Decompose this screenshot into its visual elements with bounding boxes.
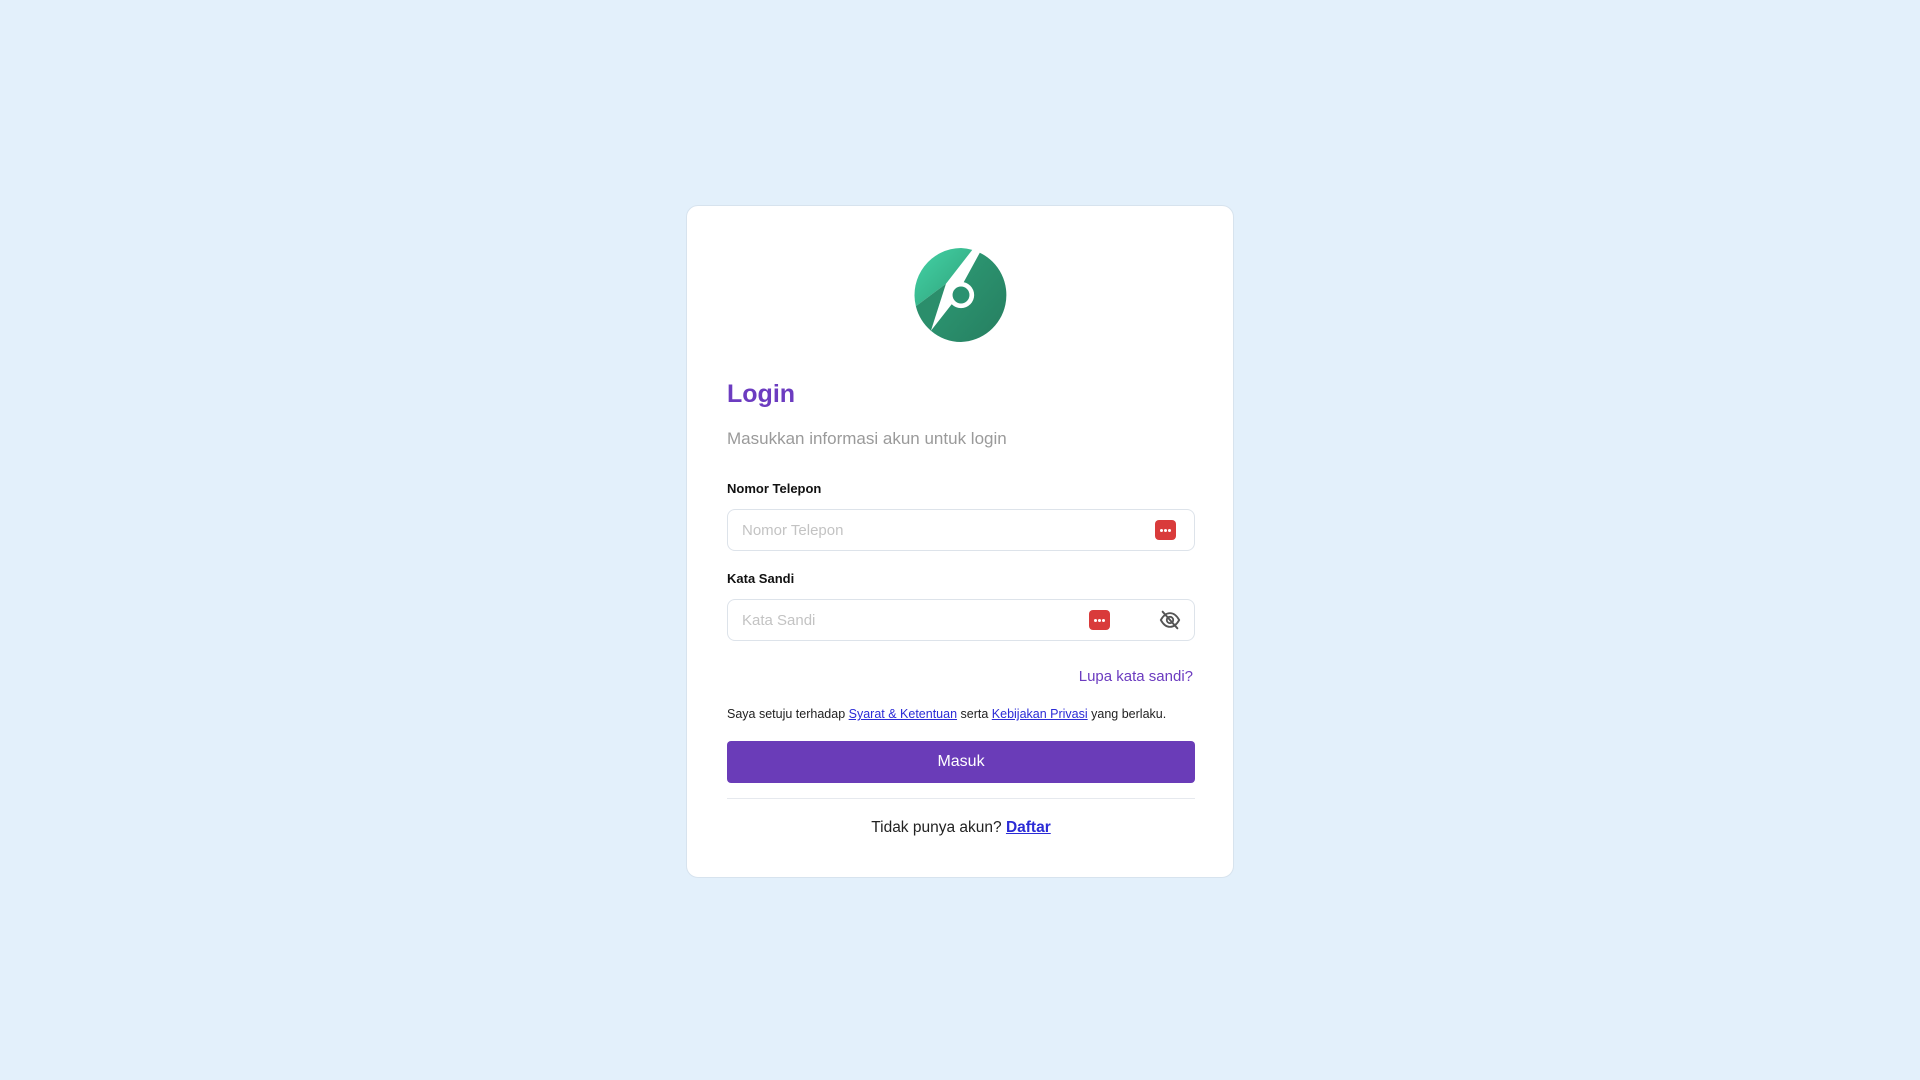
login-button[interactable]: Masuk <box>727 741 1195 783</box>
phone-label: Nomor Telepon <box>727 481 822 496</box>
phone-field <box>727 509 1195 551</box>
terms-middle: serta <box>957 707 992 721</box>
keyboard-icon[interactable] <box>1155 520 1176 540</box>
password-field <box>727 599 1195 641</box>
register-text: Tidak punya akun? <box>871 819 1006 836</box>
terms-prefix: Saya setuju terhadap <box>727 707 849 721</box>
register-link[interactable]: Daftar <box>1006 819 1051 836</box>
terms-agreement: Saya setuju terhadap Syarat & Ketentuan … <box>727 707 1166 721</box>
register-prompt: Tidak punya akun? Daftar <box>727 819 1195 837</box>
divider <box>727 798 1195 799</box>
password-input[interactable] <box>728 600 1136 640</box>
eye-off-icon[interactable] <box>1158 609 1182 631</box>
page-title: Login <box>727 380 796 408</box>
brand-logo <box>914 248 1007 342</box>
password-label: Kata Sandi <box>727 571 795 586</box>
phone-input[interactable] <box>728 510 1136 550</box>
keyboard-icon[interactable] <box>1089 610 1110 630</box>
page-subtitle: Masukkan informasi akun untuk login <box>727 429 1007 448</box>
terms-suffix: yang berlaku. <box>1087 707 1167 721</box>
privacy-link[interactable]: Kebijakan Privasi <box>992 707 1088 721</box>
login-card: Login Masukkan informasi akun untuk logi… <box>686 205 1234 878</box>
forgot-password-link[interactable]: Lupa kata sandi? <box>1079 668 1193 685</box>
terms-link[interactable]: Syarat & Ketentuan <box>849 707 957 721</box>
